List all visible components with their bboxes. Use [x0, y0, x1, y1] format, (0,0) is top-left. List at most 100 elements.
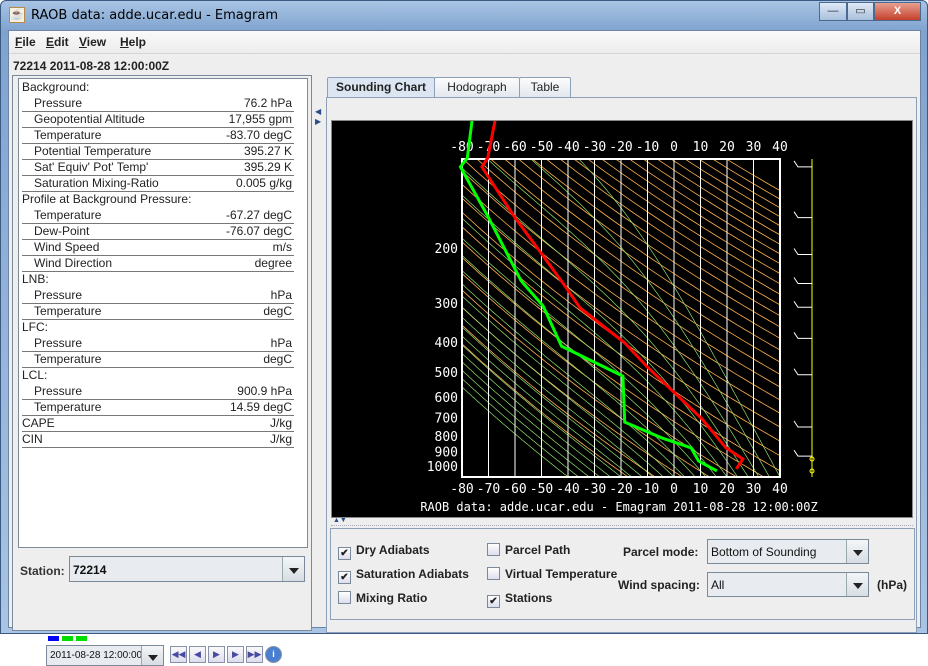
checkbox-label: Dry Adiabats — [356, 543, 430, 557]
checkmark-icon[interactable]: ✔ — [338, 571, 351, 584]
split-arrows-icon[interactable]: ▲▼ — [333, 517, 347, 524]
row-label: Pressure — [34, 288, 83, 302]
step-forward-button[interactable]: ▶ — [227, 646, 244, 663]
row-label: Wind Direction — [34, 256, 113, 270]
row-label: Temperature — [34, 352, 102, 366]
y-tick-label: 900 — [435, 446, 458, 461]
station-select[interactable]: 72214 — [69, 556, 305, 582]
menu-file[interactable]: File — [15, 35, 36, 49]
dry-adiabat — [685, 159, 780, 218]
checkbox-empty-icon[interactable] — [487, 543, 500, 556]
checkbox-label: Saturation Adiabats — [356, 567, 469, 581]
row-value: 76.2 hPa — [243, 96, 292, 110]
x-tick-label-top: -30 — [583, 140, 606, 155]
emagram-svg[interactable]: -80-80-70-70-60-60-50-50-40-40-30-30-20-… — [332, 120, 912, 517]
dry-adiabat — [546, 159, 780, 317]
row-value: 14.59 degC — [229, 400, 292, 414]
checkbox-stations[interactable]: ✔ Stations — [487, 591, 552, 608]
table-row: LCL: — [22, 368, 294, 384]
wind-barb — [793, 420, 812, 428]
row-label: Temperature — [34, 128, 102, 142]
table-row: Temperature 14.59 degC — [22, 400, 294, 416]
tab-hodograph[interactable]: Hodograph — [434, 77, 520, 97]
chevron-down-icon[interactable] — [846, 540, 868, 563]
table-row: Pressure 76.2 hPa — [22, 96, 294, 112]
dry-adiabat — [671, 159, 780, 227]
play-button[interactable]: ▶ — [208, 646, 225, 663]
x-tick-label-bottom: -70 — [477, 482, 500, 497]
row-value: -76.07 degC — [225, 224, 292, 238]
checkmark-icon[interactable]: ✔ — [338, 547, 351, 560]
vertical-splitter[interactable]: ▲▼ — [331, 517, 913, 526]
dry-adiabat — [712, 159, 780, 200]
row-label: Background: — [22, 80, 90, 94]
checkbox-label: Stations — [505, 591, 553, 605]
table-row: Wind Direction degree — [22, 256, 294, 272]
x-tick-label-bottom: -50 — [530, 482, 553, 497]
table-row: Temperature -83.70 degC — [22, 128, 294, 144]
row-label: Pressure — [34, 336, 83, 350]
dry-adiabat — [726, 159, 780, 192]
sounding-chart[interactable]: -80 -80 -70 -70 -60 -60 -50 -50 -40 -40 -30 -30 -20-… — [331, 120, 913, 518]
y-tick-label: 700 — [435, 412, 458, 427]
time-indicator — [62, 636, 73, 641]
time-select[interactable]: 2011-08-28 12:00:00Z — [46, 645, 164, 666]
last-button[interactable]: ▶▶ — [246, 646, 263, 663]
table-row: Pressure hPa — [22, 288, 294, 304]
chart-controls: Parcel mode: Bottom of Sounding Wind spa… — [330, 528, 915, 620]
x-tick-label-bottom: -30 — [583, 482, 606, 497]
saturation-adiabat — [487, 159, 760, 477]
menu-help[interactable]: Help — [120, 35, 146, 49]
checkbox-virtual-temperature[interactable]: Virtual Temperature — [487, 567, 617, 581]
chevron-down-icon[interactable] — [141, 646, 163, 665]
parcel-mode-select[interactable]: Bottom of Sounding — [707, 539, 869, 564]
menu-view[interactable]: View — [79, 35, 106, 49]
checkmark-icon[interactable]: ✔ — [487, 595, 500, 608]
station-value: 72214 — [73, 563, 107, 577]
table-row: Wind Speed m/s — [22, 240, 294, 256]
x-tick-label-top: -50 — [530, 140, 553, 155]
tab-sounding-chart[interactable]: Sounding Chart — [327, 77, 435, 98]
x-tick-label-bottom: 40 — [772, 482, 788, 497]
row-value: -83.70 degC — [225, 128, 292, 142]
row-value: degC — [263, 352, 292, 366]
checkbox-saturation-adiabats[interactable]: ✔ Saturation Adiabats — [338, 567, 469, 584]
collapse-left-icon[interactable]: ◀ — [315, 107, 321, 116]
play-icon: ▶ — [213, 649, 220, 659]
wind-spacing-select[interactable]: All — [707, 572, 869, 597]
checkbox-dry-adiabats[interactable]: ✔ Dry Adiabats — [338, 543, 430, 560]
dry-adiabat — [462, 343, 629, 477]
x-tick-label-top: 40 — [772, 140, 788, 155]
table-row: Temperature degC — [22, 304, 294, 320]
last-icon: ▶▶ — [247, 649, 262, 659]
row-label: Wind Speed — [34, 240, 100, 254]
step-back-button[interactable]: ◀ — [189, 646, 206, 663]
minimize-button[interactable]: — — [819, 2, 847, 21]
y-tick-label: 500 — [435, 366, 458, 381]
table-row: CAPE J/kg — [22, 416, 294, 432]
dry-adiabat — [560, 159, 780, 306]
close-button[interactable]: X — [874, 2, 921, 21]
checkbox-parcel-path[interactable]: Parcel Path — [487, 543, 570, 557]
row-value: 900.9 hPa — [237, 384, 292, 398]
checkbox-empty-icon[interactable] — [487, 567, 500, 580]
chevron-down-icon[interactable] — [282, 557, 304, 581]
maximize-button[interactable]: ▭ — [847, 2, 874, 21]
step-back-icon: ◀ — [194, 649, 201, 659]
row-label: Saturation Mixing-Ratio — [34, 176, 159, 190]
checkbox-empty-icon[interactable] — [338, 591, 351, 604]
menu-edit[interactable]: Edit — [46, 35, 69, 49]
tab-table[interactable]: Table — [519, 77, 571, 97]
info-button[interactable]: i — [265, 646, 282, 663]
checkbox-mixing-ratio[interactable]: Mixing Ratio — [338, 591, 427, 605]
chevron-down-icon[interactable] — [846, 573, 868, 596]
expand-right-icon[interactable]: ▶ — [315, 117, 321, 126]
first-button[interactable]: ◀◀ — [170, 646, 187, 663]
parcel-mode-label: Parcel mode: — [623, 545, 699, 559]
wind-barb — [793, 449, 812, 457]
y-tick-label: 1000 — [427, 460, 458, 475]
x-tick-label-bottom: -80 — [450, 482, 473, 497]
split-pane-divider[interactable]: ◀ ▶ — [314, 75, 322, 631]
info-icon: i — [272, 649, 275, 659]
table-row: Geopotential Altitude 17,955 gpm — [22, 112, 294, 128]
